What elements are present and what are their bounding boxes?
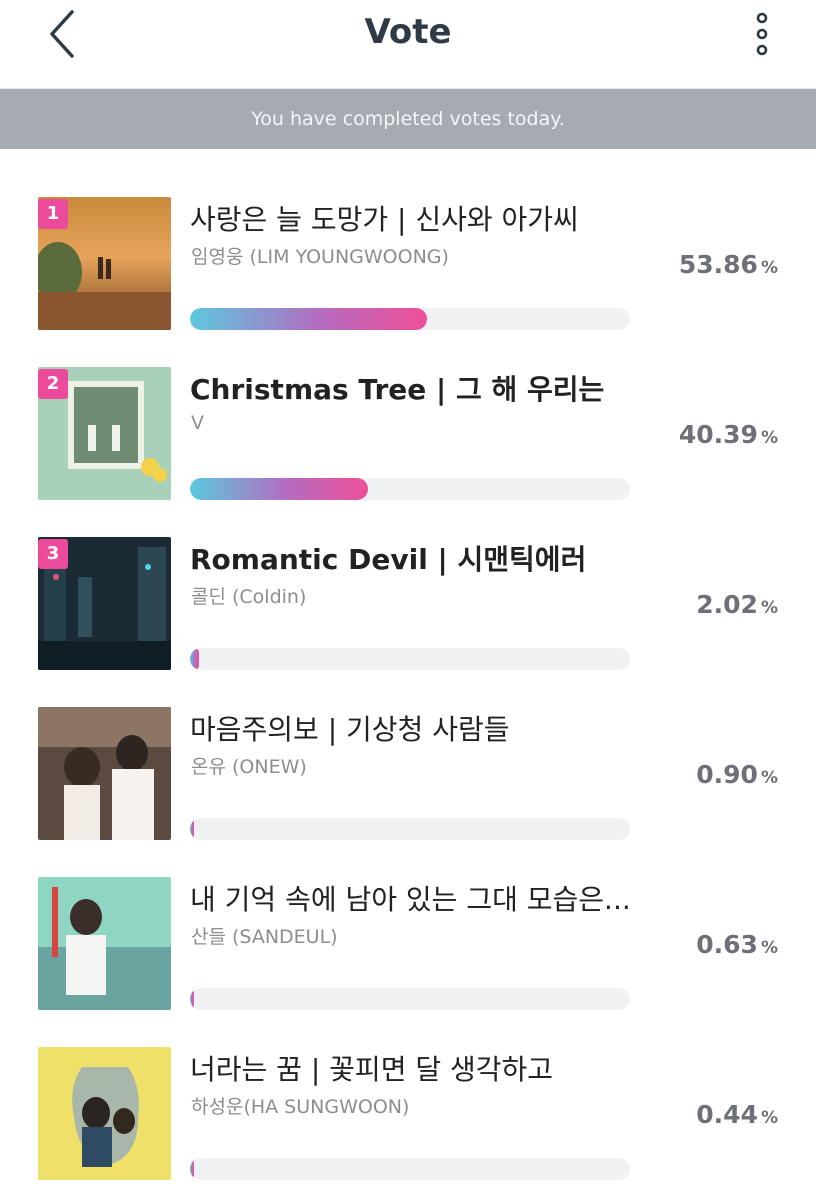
song-title: 사랑은 늘 도망가 | 신사와 아가씨 [190,203,579,236]
artist-name: 온유 (ONEW) [191,756,307,778]
rank-badge: 1 [38,199,68,229]
song-title: 내 기억 속에 남아 있는 그대 모습은... [190,883,631,916]
vote-progress-fill [190,1158,194,1180]
vote-item-5[interactable]: 내 기억 속에 남아 있는 그대 모습은... 산들 (SANDEUL) 0.6… [0,830,816,1010]
vote-progress-bar [190,1158,630,1180]
percent-sign: % [760,1108,778,1128]
album-cover-image [38,707,171,840]
percent-sign: % [760,258,778,278]
vote-percentage: 0.90% [696,760,778,789]
artist-name: V [191,412,204,434]
artist-name: 하성운(HA SUNGWOON) [191,1096,410,1118]
app-header: Vote [0,0,816,89]
vote-percentage: 40.39% [679,420,778,449]
percentage-value: 0.44 [696,1100,758,1129]
vote-percentage: 53.86% [679,250,778,279]
song-title: 너라는 꿈 | 꽃피면 달 생각하고 [190,1053,554,1086]
vote-item-4[interactable]: 마음주의보 | 기상청 사람들 온유 (ONEW) 0.90% [0,660,816,840]
artist-name: 콜딘 (Coldin) [191,586,307,608]
more-vertical-icon [756,12,768,56]
vote-list: 1 사랑은 늘 도망가 | 신사와 아가씨 임영웅 (LIM YOUNGWOON… [0,150,816,1200]
vote-status-banner: You have completed votes today. [0,89,816,149]
vote-percentage: 0.44% [696,1100,778,1129]
percentage-value: 53.86 [678,250,758,279]
more-options-button[interactable] [744,10,780,58]
percentage-value: 40.39 [678,420,758,449]
percentage-value: 0.63 [696,930,758,959]
vote-item-1[interactable]: 1 사랑은 늘 도망가 | 신사와 아가씨 임영웅 (LIM YOUNGWOON… [0,150,816,330]
vote-item-3[interactable]: 3 Romantic Devil | 시맨틱에러 콜딘 (Coldin) 2.0… [0,490,816,670]
artist-name: 임영웅 (LIM YOUNGWOONG) [191,246,449,268]
rank-badge: 3 [38,539,68,569]
song-title: Romantic Devil | 시맨틱에러 [190,543,587,576]
vote-percentage: 2.02% [696,590,778,619]
album-cover-image [38,1047,171,1180]
artist-name: 산들 (SANDEUL) [191,926,338,948]
percentage-value: 0.90 [696,760,758,789]
percent-sign: % [760,598,778,618]
rank-badge: 2 [38,369,68,399]
vote-item-2[interactable]: 2 Christmas Tree | 그 해 우리는 V 40.39% [0,320,816,500]
percentage-value: 2.02 [696,590,758,619]
percent-sign: % [760,768,778,788]
song-title: Christmas Tree | 그 해 우리는 [190,373,605,406]
album-cover-image [38,877,171,1010]
percent-sign: % [760,428,778,448]
song-title: 마음주의보 | 기상청 사람들 [190,713,510,746]
vote-percentage: 0.63% [696,930,778,959]
vote-item-6[interactable]: 너라는 꿈 | 꽃피면 달 생각하고 하성운(HA SUNGWOON) 0.44… [0,1000,816,1180]
page-title: Vote [364,12,452,52]
percent-sign: % [760,938,778,958]
